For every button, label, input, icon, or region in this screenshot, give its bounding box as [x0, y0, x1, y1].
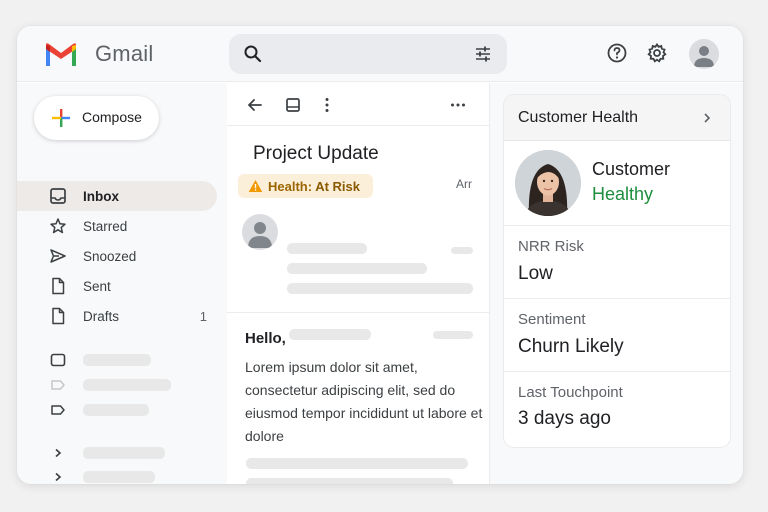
email-subject: Project Update [253, 143, 379, 164]
placeholder-bar [83, 379, 171, 391]
sidebar-item-inbox[interactable]: Inbox [17, 181, 217, 211]
health-badge-value: At Risk [315, 179, 360, 194]
placeholder-bar [83, 354, 151, 366]
sidebar-item-snoozed[interactable]: Snoozed [17, 241, 217, 271]
search-icon[interactable] [243, 44, 263, 64]
customer-photo [515, 150, 581, 216]
star-icon [50, 218, 66, 234]
sidebar-item-label: Snoozed [83, 249, 137, 264]
section-divider [504, 371, 730, 372]
file-icon [52, 307, 65, 325]
sidebar: Compose Inbox Starred Snoozed Sent Draft… [17, 83, 227, 484]
plus-icon [52, 109, 70, 127]
customer-health-status: Healthy [592, 184, 654, 204]
send-arrow-icon [50, 249, 66, 263]
sidebar-item-label: Sent [83, 279, 111, 294]
sidebar-item-drafts[interactable]: Drafts 1 [17, 301, 217, 331]
square-icon [50, 353, 66, 367]
customer-health-card: Customer Health Customer Healthy NRR Ris… [504, 95, 730, 447]
chevron-right-icon [55, 448, 62, 458]
metric-value-nrr-risk: Low [518, 263, 553, 284]
sender-avatar[interactable] [242, 214, 278, 250]
archive-icon[interactable] [283, 95, 303, 115]
truncated-text: Arr [456, 177, 472, 191]
sidebar-label-row[interactable] [17, 466, 217, 484]
placeholder-bar [83, 404, 149, 416]
search-input[interactable] [273, 42, 463, 66]
warning-icon [248, 180, 263, 192]
section-divider [504, 225, 730, 226]
sidebar-item-label: Inbox [83, 189, 119, 204]
placeholder-bar [287, 283, 473, 294]
placeholder-bar [246, 458, 468, 469]
customer-health-sidebar: Customer Health Customer Healthy NRR Ris… [490, 83, 743, 484]
card-header[interactable]: Customer Health [504, 95, 730, 141]
customer-portrait-icon [515, 150, 581, 216]
gmail-window: Gmail Compose Inbox Starred Snoozed Sent… [17, 26, 743, 484]
chevron-right-icon[interactable] [700, 111, 714, 125]
metric-value-last-touchpoint: 3 days ago [518, 408, 611, 429]
account-avatar[interactable] [689, 39, 719, 69]
placeholder-bar [451, 247, 473, 254]
placeholder-bar [287, 243, 367, 254]
sidebar-label-row[interactable] [17, 374, 217, 396]
customer-label: Customer [592, 159, 671, 179]
sidebar-label-row[interactable] [17, 349, 217, 371]
settings-icon[interactable] [645, 41, 669, 65]
metric-label-nrr-risk: NRR Risk [518, 238, 584, 255]
gmail-logo-icon[interactable] [44, 42, 78, 68]
filter-options-icon[interactable] [473, 44, 493, 64]
email-greeting: Hello, [245, 330, 286, 347]
more-vertical-icon[interactable] [317, 95, 337, 115]
compose-label: Compose [82, 109, 142, 125]
sidebar-label-row[interactable] [17, 399, 217, 421]
health-status-badge[interactable]: Health: At Risk [238, 174, 373, 198]
card-title: Customer Health [518, 109, 639, 126]
placeholder-bar [289, 329, 371, 340]
sidebar-item-starred[interactable]: Starred [17, 211, 217, 241]
search-bar[interactable] [229, 34, 507, 74]
metric-label-last-touchpoint: Last Touchpoint [518, 384, 623, 401]
placeholder-bar [287, 263, 427, 274]
section-divider [504, 298, 730, 299]
compose-button[interactable]: Compose [34, 96, 159, 140]
person-icon [694, 46, 714, 67]
email-body: Lorem ipsum dolor sit amet, consectetur … [245, 359, 483, 444]
email-view: Project Update Health: At Risk Arr Hello… [227, 83, 490, 484]
drafts-count: 1 [199, 309, 207, 324]
label-tag-icon [51, 405, 65, 415]
more-horizontal-icon[interactable] [448, 95, 468, 115]
back-arrow-icon[interactable] [245, 95, 265, 115]
help-icon[interactable] [605, 41, 629, 65]
message-divider [227, 312, 490, 313]
file-icon [52, 277, 65, 295]
sidebar-item-label: Drafts [83, 309, 120, 324]
placeholder-bar [246, 478, 453, 484]
label-tag-icon [51, 380, 65, 390]
health-badge-text: Health: At Risk [268, 179, 360, 194]
placeholder-bar [83, 471, 155, 483]
top-bar: Gmail [17, 26, 743, 82]
placeholder-bar [433, 331, 473, 339]
gmail-brand-text: Gmail [95, 41, 154, 66]
sidebar-label-row[interactable] [17, 442, 217, 464]
chevron-right-icon [55, 472, 62, 482]
sidebar-item-label: Starred [83, 219, 128, 234]
person-icon [248, 222, 272, 248]
health-badge-prefix: Health: [268, 179, 313, 194]
toolbar-divider [227, 125, 490, 126]
placeholder-bar [83, 447, 165, 459]
metric-label-sentiment: Sentiment [518, 311, 586, 328]
inbox-icon [50, 188, 66, 204]
metric-value-sentiment: Churn Likely [518, 336, 624, 357]
sidebar-item-sent[interactable]: Sent [17, 271, 217, 301]
